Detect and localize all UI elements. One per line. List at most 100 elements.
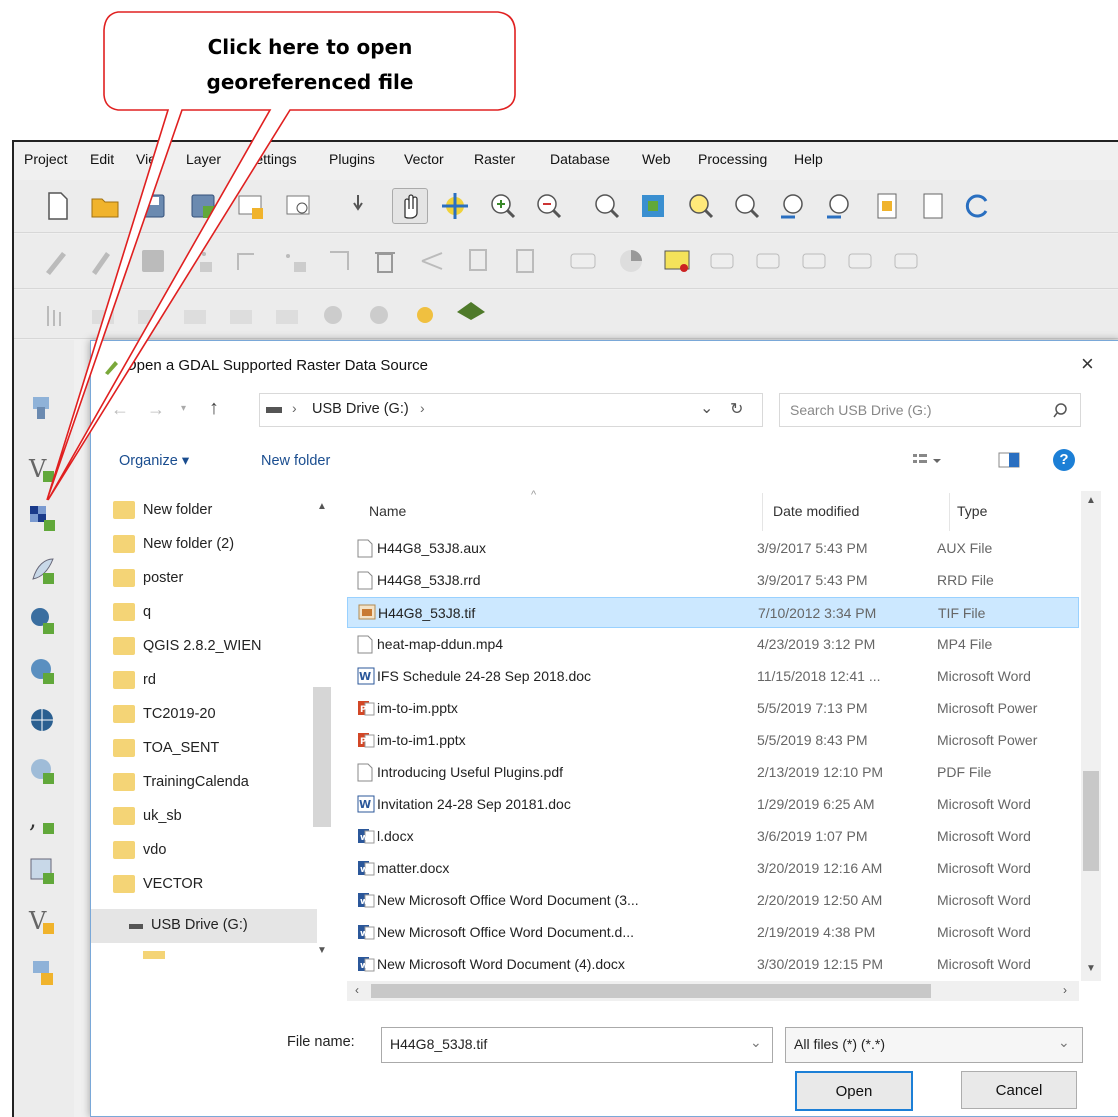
menu-project[interactable]: Project — [24, 151, 68, 167]
search-field[interactable]: Search USB Drive (G:) — [779, 393, 1081, 427]
pan-map-icon[interactable] — [392, 188, 428, 224]
nav-folder-item[interactable]: uk_sb — [113, 801, 182, 831]
toggle-editing-icon[interactable] — [84, 244, 118, 278]
nav-folder-item[interactable]: New folder — [113, 495, 212, 525]
save-project-icon[interactable] — [136, 189, 170, 223]
horizontal-scrollbar[interactable]: ‹ › — [347, 981, 1079, 1001]
delete-selected-icon[interactable] — [368, 244, 402, 278]
add-vector-layer-icon[interactable]: V — [24, 450, 60, 486]
nav-scrollbar-thumb[interactable] — [313, 687, 331, 827]
file-row[interactable]: w matter.docx 3/20/2019 12:16 AM Microsoft … — [347, 853, 1079, 884]
pin-labels-icon[interactable] — [706, 244, 740, 278]
chevron-down-icon[interactable]: ⌄ — [750, 1034, 762, 1051]
scroll-down-arrow-icon[interactable]: ▼ — [1086, 963, 1096, 974]
back-arrow-icon[interactable]: ← — [111, 399, 129, 420]
menu-help[interactable]: Help — [794, 151, 823, 167]
nav-folder-item[interactable]: q — [113, 597, 151, 627]
cancel-button[interactable]: Cancel — [961, 1071, 1077, 1109]
move-label-icon[interactable] — [798, 244, 832, 278]
scroll-up-arrow-icon[interactable]: ▲ — [317, 501, 327, 512]
menu-settings[interactable]: Settings — [246, 151, 297, 167]
menu-edit[interactable]: Edit — [90, 151, 114, 167]
vertical-scrollbar[interactable]: ▲ ▼ — [1081, 491, 1101, 981]
add-spatialite-layer-icon[interactable] — [24, 552, 60, 588]
pan-to-selection-icon[interactable] — [438, 189, 472, 223]
plugin-tool-8-icon[interactable] — [362, 298, 396, 332]
nav-folder-item[interactable]: TOA_SENT — [113, 733, 219, 763]
plugin-tool-9-icon[interactable] — [408, 298, 442, 332]
new-project-icon[interactable] — [40, 189, 74, 223]
help-icon[interactable]: ? — [1053, 449, 1075, 471]
zoom-in-icon[interactable] — [486, 189, 520, 223]
menu-layer[interactable]: Layer — [186, 151, 221, 167]
search-icon[interactable] — [1052, 402, 1068, 418]
plugin-tool-4-icon[interactable] — [178, 298, 212, 332]
add-raster-layer-icon[interactable] — [24, 500, 60, 536]
plugin-tool-1-icon[interactable] — [40, 298, 74, 332]
diagram-options-icon[interactable] — [614, 244, 648, 278]
address-dropdown-icon[interactable]: ⌄ — [700, 398, 713, 418]
nav-folder-item[interactable]: rd — [113, 665, 156, 695]
menu-raster[interactable]: Raster — [474, 151, 515, 167]
cut-features-icon[interactable] — [416, 244, 450, 278]
refresh-icon[interactable]: ↻ — [730, 399, 743, 419]
file-row[interactable]: Introducing Useful Plugins.pdf 2/13/2019 … — [347, 757, 1079, 788]
nav-folder-item[interactable]: QGIS 2.8.2_WIEN — [113, 631, 261, 661]
add-postgis-layer-icon[interactable] — [24, 602, 60, 638]
new-print-layout-icon[interactable] — [234, 189, 268, 223]
vertical-scrollbar-thumb[interactable] — [1083, 771, 1099, 871]
column-date-header[interactable]: Date modified — [773, 503, 859, 519]
file-row[interactable]: w New Microsoft Office Word Document.d...… — [347, 917, 1079, 948]
scroll-up-arrow-icon[interactable]: ▲ — [1086, 495, 1096, 506]
nav-folder-item[interactable]: New folder (2) — [113, 529, 234, 559]
add-wcs-layer-icon[interactable] — [24, 702, 60, 738]
open-project-icon[interactable] — [88, 189, 122, 223]
paste-features-icon[interactable] — [508, 244, 542, 278]
add-point-icon[interactable] — [184, 244, 218, 278]
save-as-icon[interactable] — [186, 189, 220, 223]
file-row[interactable]: Pim-to-im.pptx 5/5/2019 7:13 PM Microsoft … — [347, 693, 1079, 724]
organize-menu[interactable]: Organize ▾ — [119, 453, 189, 469]
nav-folder-item[interactable]: VECTOR — [113, 869, 203, 899]
file-row[interactable]: Pim-to-im1.pptx 5/5/2019 8:43 PM Microsoft… — [347, 725, 1079, 756]
new-map-view-icon[interactable] — [870, 189, 904, 223]
add-virtual-layer-icon[interactable] — [24, 852, 60, 888]
file-row[interactable]: w New Microsoft Office Word Document (3..… — [347, 885, 1079, 916]
zoom-to-layer-icon[interactable] — [730, 189, 764, 223]
file-row[interactable]: H44G8_53J8.tif 7/10/2012 3:34 PM TIF File — [347, 597, 1079, 628]
remove-layer-icon[interactable] — [24, 954, 60, 990]
nav-folder-item[interactable]: TrainingCalenda — [113, 767, 249, 797]
zoom-to-selection-icon[interactable] — [684, 189, 718, 223]
file-row[interactable]: heat-map-ddun.mp4 4/23/2019 3:12 PM MP4 Fi… — [347, 629, 1079, 660]
scroll-down-arrow-icon[interactable]: ▼ — [317, 945, 327, 956]
file-row[interactable]: W Invitation 24-28 Sep 20181.doc 1/29/2019… — [347, 789, 1079, 820]
touch-zoom-icon[interactable] — [344, 189, 378, 223]
zoom-out-icon[interactable] — [532, 189, 566, 223]
zoom-last-icon[interactable] — [776, 189, 810, 223]
menu-vector[interactable]: Vector — [404, 151, 444, 167]
menu-processing[interactable]: Processing — [698, 151, 767, 167]
address-bar[interactable]: › USB Drive (G:) › ⌄ ↻ — [259, 393, 763, 427]
file-row[interactable]: W IFS Schedule 24-28 Sep 2018.doc 11/15/20… — [347, 661, 1079, 692]
plugin-tool-5-icon[interactable] — [224, 298, 258, 332]
change-label-icon[interactable] — [890, 244, 924, 278]
up-arrow-icon[interactable]: ↑ — [209, 397, 219, 420]
scroll-right-arrow-icon[interactable]: › — [1063, 983, 1067, 997]
current-edits-icon[interactable] — [40, 244, 74, 278]
new-bookmark-icon[interactable] — [916, 189, 950, 223]
node-tool-icon[interactable] — [324, 244, 358, 278]
new-vector-layer-icon[interactable]: V — [24, 902, 60, 938]
copy-features-icon[interactable] — [460, 244, 494, 278]
plugin-tool-10-icon[interactable] — [454, 292, 488, 326]
scroll-left-arrow-icon[interactable]: ‹ — [355, 983, 359, 997]
horizontal-scrollbar-thumb[interactable] — [371, 984, 931, 998]
nav-folder-item[interactable]: TC2019-20 — [113, 699, 216, 729]
zoom-native-icon[interactable] — [590, 189, 624, 223]
nav-folder-item[interactable]: vdo — [113, 835, 166, 865]
file-row[interactable]: H44G8_53J8.aux 3/9/2017 5:43 PM AUX File — [347, 533, 1079, 564]
nav-folder-item[interactable]: poster — [113, 563, 183, 593]
file-name-input[interactable]: H44G8_53J8.tif ⌄ — [381, 1027, 773, 1063]
open-button[interactable]: Open — [795, 1071, 913, 1111]
highlight-pinned-labels-icon[interactable] — [660, 244, 694, 278]
file-row[interactable]: H44G8_53J8.rrd 3/9/2017 5:43 PM RRD File — [347, 565, 1079, 596]
